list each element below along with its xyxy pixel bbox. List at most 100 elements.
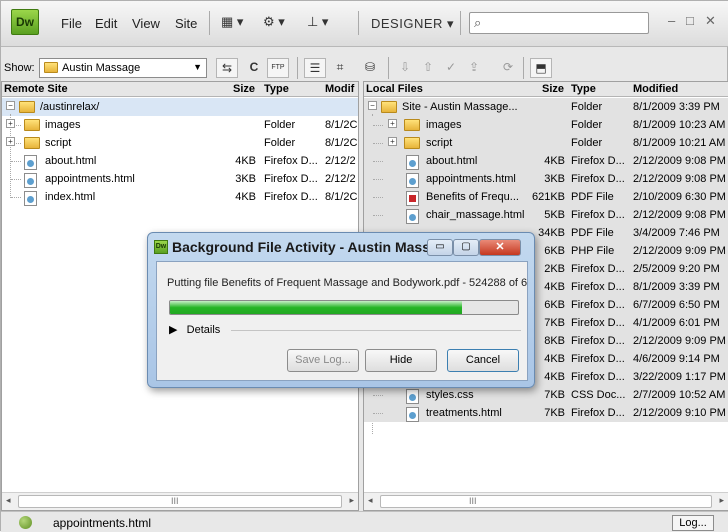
local-file-row[interactable]: + images Folder 8/1/2009 10:23 AM [364, 116, 728, 134]
collapse-icon[interactable]: − [368, 101, 377, 110]
local-col-type[interactable]: Type [571, 83, 596, 95]
close-icon[interactable]: ✕ [705, 13, 716, 29]
expand-icon[interactable]: + [6, 137, 15, 146]
local-root-row[interactable]: − Site - Austin Massage... Folder 8/1/20… [364, 98, 728, 116]
expand-icon[interactable]: + [388, 119, 397, 128]
site-sitemap-icon[interactable]: ⊥ ▾ [307, 14, 328, 30]
local-col-name[interactable]: Local Files [366, 83, 423, 95]
file-name: images [45, 119, 81, 131]
remote-col-type[interactable]: Type [264, 83, 289, 95]
collapse-icon[interactable]: − [6, 101, 15, 110]
remote-file-row[interactable]: + images Folder 8/1/2C [2, 116, 358, 134]
dialog-maximize-button[interactable]: ▢ [453, 239, 479, 256]
dialog-minimize-button[interactable]: ▭ [427, 239, 453, 256]
local-file-row[interactable]: styles.css 7KB CSS Doc... 2/7/2009 10:52 AM [364, 386, 728, 404]
tree-line [373, 413, 383, 414]
ftp-log-button[interactable]: FTP [267, 58, 289, 78]
connect-button[interactable]: ⇆ [216, 58, 238, 78]
view-site-files-button[interactable]: ☰ [304, 58, 326, 78]
show-label: Show: [4, 62, 35, 74]
scrollbar-track[interactable]: III [380, 495, 712, 508]
scroll-right-icon[interactable]: ▸ [349, 495, 354, 506]
minimize-icon[interactable]: – [668, 13, 675, 28]
scrollbar-track[interactable]: III [18, 495, 342, 508]
workspace-switcher[interactable]: DESIGNER ▾ [371, 16, 454, 32]
file-size: 6KB [544, 299, 565, 311]
file-size: 4KB [544, 353, 565, 365]
refresh-button[interactable]: C [243, 58, 265, 78]
file-type: Firefox D... [571, 353, 625, 365]
file-size: 4KB [544, 155, 565, 167]
details-toggle[interactable]: ▶ Details [169, 323, 220, 336]
local-col-size[interactable]: Size [542, 83, 564, 95]
remote-file-row[interactable]: about.html 4KB Firefox D... 2/12/2 [2, 152, 358, 170]
menu-view[interactable]: View [132, 16, 160, 31]
tree-line [11, 161, 21, 162]
file-name: script [45, 137, 72, 149]
remote-horizontal-scrollbar[interactable]: ◂ III ▸ [2, 492, 358, 510]
file-modified: 2/12/2 [325, 155, 356, 167]
scroll-right-icon[interactable]: ▸ [719, 495, 724, 506]
maximize-icon[interactable]: □ [686, 13, 694, 28]
expand-icon[interactable]: + [6, 119, 15, 128]
synchronize-button[interactable]: ⟳ [497, 58, 519, 78]
log-button[interactable]: Log... [672, 515, 714, 531]
remote-file-row[interactable]: index.html 4KB Firefox D... 8/1/2C [2, 188, 358, 206]
dialog-close-button[interactable]: ✕ [479, 239, 521, 256]
testing-server-button[interactable]: ⌗ [329, 58, 351, 78]
remote-file-row[interactable]: + script Folder 8/1/2C [2, 134, 358, 152]
scroll-left-icon[interactable]: ◂ [6, 495, 11, 506]
file-modified: 8/1/2C [325, 137, 358, 149]
file-type: Firefox D... [571, 281, 625, 293]
expand-icon[interactable]: + [388, 137, 397, 146]
local-file-row[interactable]: treatments.html 7KB Firefox D... 2/12/2009 … [364, 404, 728, 422]
tree-line [373, 161, 383, 162]
hide-button[interactable]: Hide [365, 349, 437, 372]
file-type: Firefox D... [571, 299, 625, 311]
file-modified: 8/1/2009 10:23 AM [633, 119, 726, 131]
menu-edit[interactable]: Edit [95, 16, 117, 31]
folder-icon [19, 101, 35, 113]
dreamweaver-window: Dw File Edit View Site ▦ ▾ ⚙ ▾ ⊥ ▾ DESIG… [0, 0, 728, 532]
remote-root-row[interactable]: − /austinrelax/ [2, 98, 358, 116]
scroll-left-icon[interactable]: ◂ [368, 495, 373, 506]
check-out-button[interactable]: ✓ [440, 58, 462, 78]
cancel-button[interactable]: Cancel [447, 349, 519, 372]
tree-line [373, 125, 383, 126]
remote-file-row[interactable]: appointments.html 3KB Firefox D... 2/12/2 [2, 170, 358, 188]
local-file-row[interactable]: about.html 4KB Firefox D... 2/12/2009 9:08 … [364, 152, 728, 170]
file-modified: 2/12/2009 9:08 PM [633, 155, 726, 167]
menu-file[interactable]: File [61, 16, 82, 31]
extend-gear-icon[interactable]: ⚙ ▾ [263, 14, 285, 30]
local-file-row[interactable]: chair_massage.html 5KB Firefox D... 2/12/20… [364, 206, 728, 224]
put-files-button[interactable]: ⇧ [417, 58, 439, 78]
local-root-label: Site - Austin Massage... [402, 101, 518, 113]
site-select[interactable]: Austin Massage ▼ [39, 58, 207, 78]
folder-icon [404, 137, 420, 149]
file-type: Firefox D... [264, 191, 318, 203]
remote-col-modified[interactable]: Modif [325, 83, 354, 95]
dialog-title: Background File Activity - Austin Massag… [172, 239, 455, 255]
repository-button[interactable]: ⛁ [359, 58, 381, 78]
remote-col-name[interactable]: Remote Site [4, 83, 68, 95]
local-file-row[interactable]: Benefits of Frequ... 621KB PDF File 2/10/20… [364, 188, 728, 206]
search-input[interactable]: ⌕ [469, 12, 649, 34]
file-type: CSS Doc... [571, 389, 626, 401]
local-horizontal-scrollbar[interactable]: ◂ III ▸ [364, 492, 728, 510]
layout-icon[interactable]: ▦ ▾ [221, 14, 243, 30]
local-col-modified[interactable]: Modified [633, 83, 678, 95]
check-in-button[interactable]: ⇪ [463, 58, 485, 78]
remote-col-size[interactable]: Size [233, 83, 255, 95]
file-modified: 4/1/2009 6:01 PM [633, 317, 720, 329]
expand-collapse-button[interactable]: ⬒ [530, 58, 552, 78]
file-size: 3KB [544, 173, 565, 185]
local-file-row[interactable]: appointments.html 3KB Firefox D... 2/12/200… [364, 170, 728, 188]
get-files-button[interactable]: ⇩ [394, 58, 416, 78]
dreamweaver-logo: Dw [11, 9, 39, 35]
file-name: index.html [45, 191, 96, 203]
save-log-button[interactable]: Save Log... [287, 349, 359, 372]
menu-site[interactable]: Site [175, 16, 197, 31]
local-root-type: Folder [571, 101, 603, 113]
local-file-row[interactable]: + script Folder 8/1/2009 10:21 AM [364, 134, 728, 152]
divider [388, 57, 389, 79]
